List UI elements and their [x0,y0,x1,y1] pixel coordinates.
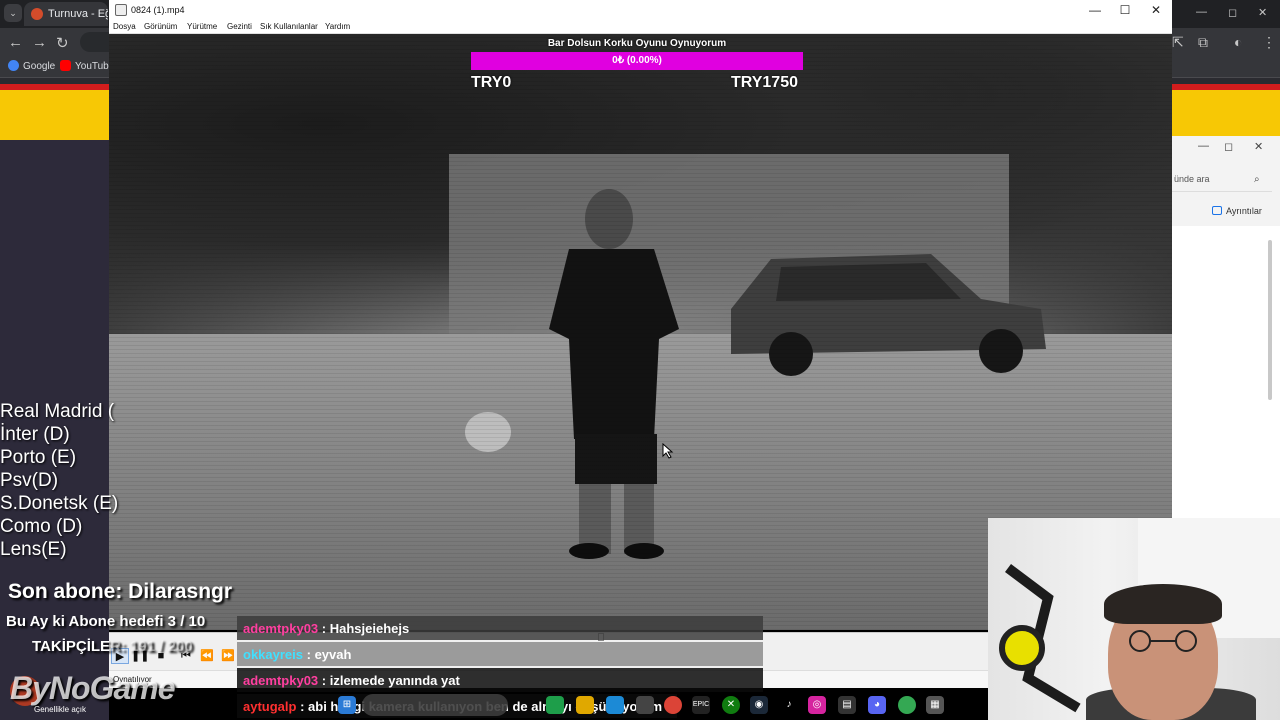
donation-goal-title: Bar Dolsun Korku Oyunu Oynuyorum [547,38,727,49]
league-item: S.Donetsk (E) [0,493,119,514]
player-titlebar[interactable]: 0824 (1).mp4 — ☐ ✕ [109,0,1172,20]
folder-icon[interactable] [576,696,594,714]
menu-yurutme[interactable]: Yürütme [187,22,217,31]
app-icon[interactable]: ▤ [838,696,856,714]
browser-close-icon[interactable]: ✕ [1258,6,1267,19]
minimize-icon[interactable]: — [1085,3,1105,17]
browser-tab-title: Turnuva - Eğlence [48,8,108,20]
donation-goal-max: TRY1750 [731,74,798,91]
explorer-close-icon[interactable]: ✕ [1254,140,1263,153]
forward-arrow-icon[interactable]: → [32,34,47,51]
donation-goal-min: TRY0 [471,74,512,91]
webcam-feed [988,518,1280,720]
spreadsheet-app-icon[interactable] [546,696,564,714]
mouse-cursor-icon [662,443,674,459]
toolbar-icon[interactable]: ⇱ [1172,34,1184,51]
browser-minimize-icon[interactable]: — [1196,6,1207,18]
explorer-minimize-icon[interactable]: — [1198,140,1209,152]
chat-text: eyvah [314,647,352,662]
menu-yardim[interactable]: Yardım [325,22,350,31]
youtube-icon [60,60,71,71]
extensions-icon[interactable]: ⧉ [1198,34,1208,51]
explorer-restore-icon[interactable]: ◻ [1224,140,1233,153]
webcam-glasses [1129,630,1197,652]
chat-message: ademtpky03 : izlemede yanında yat [237,668,763,692]
google-icon [8,60,19,71]
menu-gezinti[interactable]: Gezinti [227,22,252,31]
chrome-icon[interactable] [898,696,916,714]
back-arrow-icon[interactable]: ← [8,34,23,51]
chat-message: ademtpky03 : Hahsjeiehejs [237,616,763,640]
xbox-icon[interactable]: ✕ [722,696,740,714]
chat-username: okkayreis [243,647,303,662]
donation-goal-bar: 0₺ (0.00%) [471,52,803,70]
app-icon[interactable] [636,696,654,714]
league-list: Real Madrid ( İnter (D) Porto (E) Psv(D)… [0,400,118,561]
maximize-icon[interactable]: ☐ [1115,3,1135,17]
follower-goal: TAKİPÇİLER: 191 / 200 [32,638,193,655]
tiktok-icon[interactable]: ♪ [780,696,798,714]
league-item: Real Madrid ( [0,401,115,422]
taskbar-search[interactable] [362,694,508,716]
league-item: İnter (D) [0,424,70,445]
details-pane-icon [1212,206,1222,215]
profile-avatar-icon[interactable]: ◐ [1234,34,1242,50]
browser-menu-icon[interactable]: ⋮ [1262,34,1276,51]
league-item: Psv(D) [0,470,59,491]
subscriber-goal: Bu Ay ki Abone hedefi 3 / 10 [6,613,206,630]
screen: ⌄ Turnuva - Eğlence ← → ↻ ⇱ ⧉ ◐ ⋮ — ◻ ✕ … [0,0,1280,720]
brand-logo: ByNoGame [10,670,175,706]
rewind-icon[interactable]: ⏪ [198,648,216,664]
explorer-scrollbar[interactable] [1268,240,1272,400]
explorer-content-pane [1172,226,1280,518]
fast-forward-icon[interactable]: ⏩ [219,648,237,664]
webcam-hair [1104,584,1222,624]
menu-gorunum[interactable]: Görünüm [144,22,177,31]
bookmark-youtube[interactable]: YouTube [60,60,114,72]
chat-username: ademtpky03 [243,673,319,688]
media-player-app-icon [115,4,127,16]
bookmark-google[interactable]: Google [8,60,55,72]
chat-username: ademtpky03 [243,621,319,636]
follower-goal-count: R: 191 / 200 [110,638,193,655]
file-explorer-window: — ◻ ✕ ünde ara ⌕ Ayrıntılar [1172,136,1280,518]
donation-goal-progress-text: 0₺ (0.00%) [612,55,662,66]
menu-dosya[interactable]: Dosya [113,22,136,31]
chrome-icon[interactable] [664,696,682,714]
follower-goal-label: TAKİPÇİLE [32,638,111,655]
edge-browser-icon[interactable] [606,696,624,714]
search-icon[interactable]: ⌕ [1254,174,1260,185]
browser-tab[interactable]: Turnuva - Eğlence [24,2,108,26]
tab-list-button[interactable]: ⌄ [4,4,22,22]
league-item: Lens(E) [0,539,67,560]
close-icon[interactable]: ✕ [1146,3,1166,17]
address-bar[interactable] [80,32,110,52]
taskbar: ⊞ EPIC ✕ ◉ ♪ ◎ ▤ ◕ ▦ [330,692,980,720]
browser-restore-icon[interactable]: ◻ [1228,6,1237,19]
epic-games-icon[interactable]: EPIC [692,696,710,714]
menu-sik-kullanilanlar[interactable]: Sık Kullanılanlar [260,22,318,31]
windows-start-icon[interactable]: ⊞ [338,696,356,714]
chat-username: aytugalp [243,699,297,714]
last-subscriber: Son abone: Dilarasngr [8,580,233,603]
instagram-icon[interactable]: ◎ [808,696,826,714]
chat-message: okkayreis : eyvah [237,642,763,666]
league-item: Porto (E) [0,447,77,468]
steam-icon[interactable]: ◉ [750,696,768,714]
discord-icon[interactable]: ◕ [868,696,886,714]
chat-text: izlemede yanında yat [329,673,460,688]
brand-subtext: Genellikle açık [34,705,87,714]
menu-bar: Dosya Görünüm Yürütme Gezinti Sık Kullan… [109,20,1172,34]
site-favicon-icon [31,8,43,20]
league-item: Como (D) [0,516,83,537]
reload-icon[interactable]: ↻ [56,34,69,52]
window-title: 0824 (1).mp4 [131,5,185,15]
app-icon[interactable]: ▦ [926,696,944,714]
details-button[interactable]: Ayrıntılar [1212,206,1262,216]
chat-text: Hahsjeiehejs [329,621,410,636]
